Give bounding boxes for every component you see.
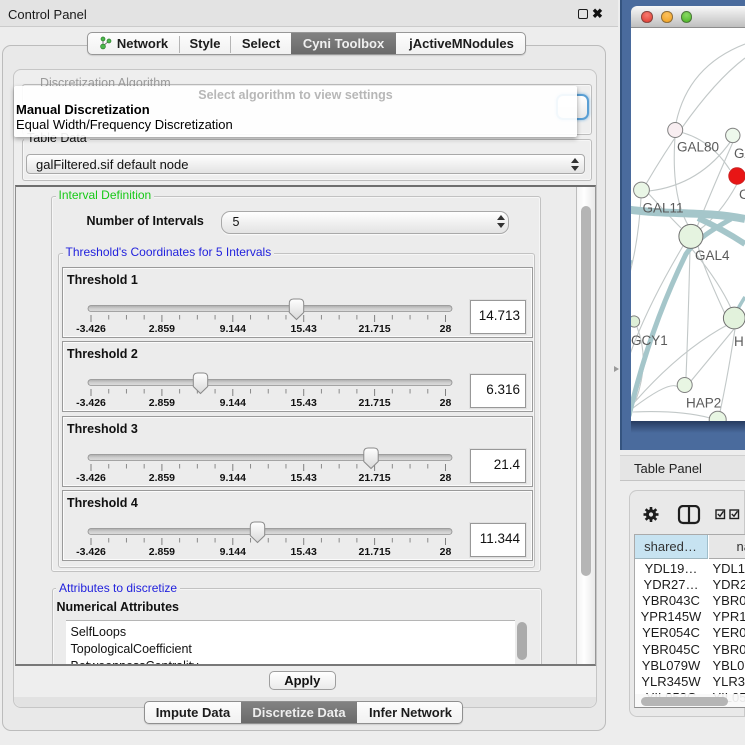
svg-text:15.43: 15.43: [291, 323, 317, 335]
svg-text:GAL80: GAL80: [677, 140, 719, 155]
svg-text:2.859: 2.859: [149, 546, 175, 558]
svg-text:GAL11: GAL11: [643, 201, 684, 216]
svg-text:-3.426: -3.426: [76, 472, 106, 484]
svg-text:9.144: 9.144: [220, 546, 246, 558]
svg-text:9.144: 9.144: [220, 472, 246, 484]
svg-text:GAL4: GAL4: [695, 248, 730, 263]
svg-text:2.859: 2.859: [149, 472, 175, 484]
svg-text:15.43: 15.43: [291, 472, 317, 484]
svg-text:28: 28: [440, 472, 452, 484]
svg-text:15.43: 15.43: [291, 397, 317, 409]
svg-text:21.715: 21.715: [359, 546, 391, 558]
svg-text:21.715: 21.715: [359, 472, 391, 484]
svg-text:GCY1: GCY1: [631, 333, 668, 348]
svg-text:21.715: 21.715: [359, 397, 391, 409]
svg-text:21.715: 21.715: [359, 323, 391, 335]
svg-text:-3.426: -3.426: [76, 546, 106, 558]
svg-text:CY: CY: [739, 187, 745, 202]
svg-text:2.859: 2.859: [149, 397, 175, 409]
svg-text:-3.426: -3.426: [76, 323, 106, 335]
svg-text:2.859: 2.859: [149, 323, 175, 335]
svg-text:9.144: 9.144: [220, 397, 246, 409]
svg-text:15.43: 15.43: [291, 546, 317, 558]
svg-text:9.144: 9.144: [220, 323, 246, 335]
svg-text:HIS: HIS: [734, 334, 745, 349]
svg-text:28: 28: [440, 397, 452, 409]
svg-text:HAP2: HAP2: [686, 396, 721, 411]
svg-text:28: 28: [440, 546, 452, 558]
svg-text:28: 28: [440, 323, 452, 335]
svg-text:-3.426: -3.426: [76, 397, 106, 409]
svg-text:GAL1: GAL1: [734, 146, 745, 161]
